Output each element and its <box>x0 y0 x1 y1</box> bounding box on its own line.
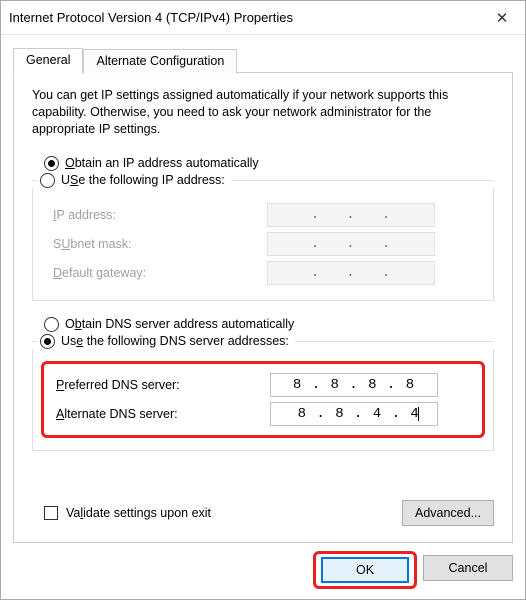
tab-general-label: General <box>26 53 70 67</box>
radio-use-ip-manual-label: USe the following IP address: <box>61 173 225 187</box>
cancel-button[interactable]: Cancel <box>423 555 513 581</box>
highlight-dns-fields: Preferred DNS server: 8 . 8 . 8 . 8 Alte… <box>41 361 485 438</box>
tab-bar: General Alternate Configuration <box>13 47 513 72</box>
group-dns-manual: Preferred DNS server: 8 . 8 . 8 . 8 Alte… <box>32 349 494 451</box>
radio-use-dns-manual[interactable]: Use the following DNS server addresses: <box>40 334 291 349</box>
row-alternate-dns: Alternate DNS server: 8 . 8 . 4 . 4 <box>50 402 476 426</box>
value-preferred-dns: 8 . 8 . 8 . 8 <box>283 377 424 393</box>
radio-use-dns-manual-label: Use the following DNS server addresses: <box>61 334 289 348</box>
label-alternate-dns: Alternate DNS server: <box>50 407 270 421</box>
radio-obtain-ip-auto-label: Obtain an IP address automatically <box>65 156 259 170</box>
label-preferred-dns: Preferred DNS server: <box>50 378 270 392</box>
tab-general[interactable]: General <box>13 48 83 73</box>
radio-icon <box>40 173 55 188</box>
radio-icon <box>44 317 59 332</box>
text-cursor <box>418 407 419 421</box>
input-default-gateway: ... <box>267 261 435 285</box>
row-ip-address: IP address: ... <box>47 203 479 227</box>
row-default-gateway: Default gateway: ... <box>47 261 479 285</box>
checkbox-icon <box>44 506 58 520</box>
radio-obtain-dns-auto-label: Obtain DNS server address automatically <box>65 317 294 331</box>
label-ip-address: IP address: <box>47 208 267 222</box>
tab-alternate-label: Alternate Configuration <box>96 54 224 68</box>
input-ip-address: ... <box>267 203 435 227</box>
properties-dialog: Internet Protocol Version 4 (TCP/IPv4) P… <box>0 0 526 600</box>
ok-button-label: OK <box>356 563 374 577</box>
group-dns-manual-head: Use the following DNS server addresses: <box>32 334 494 349</box>
close-button[interactable]: ✕ <box>479 1 525 35</box>
label-subnet-mask: SUbnet mask: <box>47 237 267 251</box>
radio-obtain-dns-auto[interactable]: Obtain DNS server address automatically <box>32 315 494 334</box>
titlebar: Internet Protocol Version 4 (TCP/IPv4) P… <box>1 1 525 35</box>
radio-obtain-ip-auto[interactable]: Obtain an IP address automatically <box>32 154 494 173</box>
panel-bottom-row: Validate settings upon exit Advanced... <box>32 500 494 526</box>
label-default-gateway: Default gateway: <box>47 266 267 280</box>
cancel-button-label: Cancel <box>449 561 488 575</box>
tab-alternate-configuration[interactable]: Alternate Configuration <box>83 49 237 74</box>
group-ip-manual: IP address: ... SUbnet mask: ... Default… <box>32 188 494 301</box>
input-subnet-mask: ... <box>267 232 435 256</box>
intro-text: You can get IP settings assigned automat… <box>32 87 494 138</box>
row-subnet-mask: SUbnet mask: ... <box>47 232 479 256</box>
value-alternate-dns: 8 . 8 . 4 . 4 <box>288 406 420 422</box>
close-icon: ✕ <box>496 9 509 27</box>
radio-use-ip-manual[interactable]: USe the following IP address: <box>40 173 227 188</box>
tab-panel-general: You can get IP settings assigned automat… <box>13 72 513 543</box>
checkbox-validate-on-exit[interactable]: Validate settings upon exit <box>32 506 211 520</box>
radio-icon <box>44 156 59 171</box>
ok-button[interactable]: OK <box>321 557 409 583</box>
radio-icon <box>40 334 55 349</box>
advanced-button[interactable]: Advanced... <box>402 500 494 526</box>
input-preferred-dns[interactable]: 8 . 8 . 8 . 8 <box>270 373 438 397</box>
window-title: Internet Protocol Version 4 (TCP/IPv4) P… <box>9 10 479 25</box>
row-preferred-dns: Preferred DNS server: 8 . 8 . 8 . 8 <box>50 373 476 397</box>
checkbox-validate-label: Validate settings upon exit <box>66 506 211 520</box>
group-ip-manual-head: USe the following IP address: <box>32 173 494 188</box>
input-alternate-dns[interactable]: 8 . 8 . 4 . 4 <box>270 402 438 426</box>
advanced-button-label: Advanced... <box>415 506 481 520</box>
dialog-body: General Alternate Configuration You can … <box>1 35 525 543</box>
dialog-footer: OK Cancel <box>1 543 525 599</box>
highlight-ok-button: OK <box>313 551 417 589</box>
